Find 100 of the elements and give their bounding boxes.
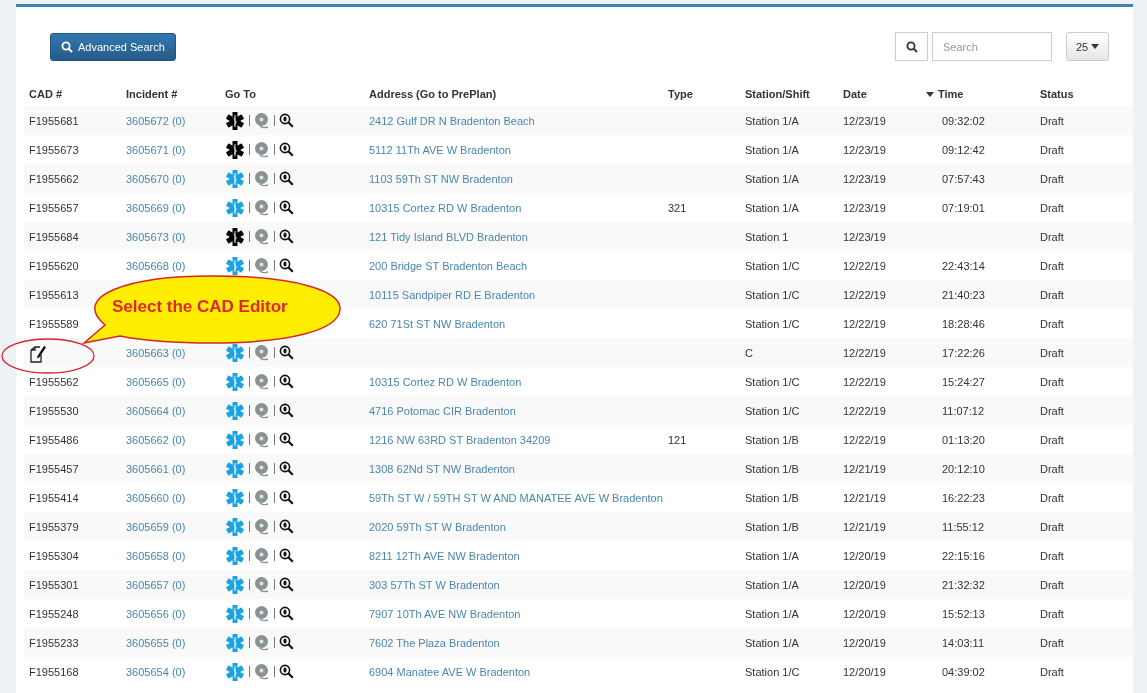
bell-icon[interactable] [254,634,270,651]
bell-icon[interactable] [254,228,270,245]
magnifier-icon[interactable] [279,229,294,244]
star-of-life-icon[interactable] [225,371,245,392]
magnifier-icon[interactable] [279,490,294,505]
incident-link[interactable]: 3605671 (0) [126,143,186,156]
incident-link[interactable]: 3605656 (0) [126,607,186,620]
incident-link[interactable]: 3605655 (0) [126,636,186,649]
incident-link[interactable]: 3605663 (0) [126,346,186,359]
address-link[interactable]: 2020 59Th ST W Bradenton [369,520,506,533]
address-link[interactable]: 5112 11Th AVE W Bradenton [369,143,511,156]
incident-link[interactable]: 3605659 (0) [126,520,186,533]
bell-icon[interactable] [254,605,270,622]
star-of-life-icon[interactable] [225,603,245,624]
magnifier-icon[interactable] [279,200,294,215]
bell-icon[interactable] [254,199,270,216]
star-of-life-icon[interactable] [225,400,245,421]
address-link[interactable]: 7602 The Plaza Bradenton [369,636,500,649]
address-link[interactable]: 2412 Gulf DR N Bradenton Beach [369,114,535,127]
incident-link[interactable]: 3605670 (0) [126,172,186,185]
incident-link[interactable]: 3605673 (0) [126,230,186,243]
magnifier-icon[interactable] [279,635,294,650]
magnifier-icon[interactable] [279,374,294,389]
address-link[interactable]: 4716 Potomac CIR Bradenton [369,404,516,417]
star-of-life-icon[interactable] [225,342,245,363]
star-of-life-icon[interactable] [225,139,245,160]
status-text: Draft [1040,230,1064,243]
star-of-life-icon[interactable] [225,255,245,276]
bell-icon[interactable] [254,460,270,477]
star-of-life-icon[interactable] [225,226,245,247]
search-button[interactable] [895,32,928,61]
edit-document-icon[interactable] [29,343,47,363]
bell-icon[interactable] [254,547,270,564]
address-link[interactable]: 1103 59Th ST NW Bradenton [369,172,513,185]
incident-link[interactable]: 3605660 (0) [126,491,186,504]
address-link[interactable]: 10315 Cortez RD W Bradenton [369,375,522,388]
address-link[interactable]: 7907 10Th AVE NW Bradenton [369,607,521,620]
address-link[interactable]: 303 57Th ST W Bradenton [369,578,500,591]
star-of-life-icon[interactable] [225,574,245,595]
bell-icon[interactable] [254,373,270,390]
address-link[interactable]: 1216 NW 63RD ST Bradenton 34209 [369,433,551,446]
address-link[interactable]: 620 71St ST NW Bradenton [369,317,506,330]
incident-link[interactable]: 3605664 (0) [126,404,186,417]
magnifier-icon[interactable] [279,461,294,476]
bell-icon[interactable] [254,141,270,158]
star-of-life-icon[interactable] [225,516,245,537]
date-text: 12/21/19 [843,520,886,533]
address-link[interactable]: 10315 Cortez RD W Bradenton [369,201,522,214]
magnifier-icon[interactable] [279,664,294,679]
date-text: 12/20/19 [843,607,886,620]
star-of-life-icon[interactable] [225,661,245,682]
incident-link[interactable]: 3605661 (0) [126,462,186,475]
bell-icon[interactable] [254,257,270,274]
bell-icon[interactable] [254,112,270,129]
magnifier-icon[interactable] [279,432,294,447]
magnifier-icon[interactable] [279,519,294,534]
magnifier-icon[interactable] [279,258,294,273]
magnifier-icon[interactable] [279,606,294,621]
magnifier-icon[interactable] [279,113,294,128]
advanced-search-button[interactable]: Advanced Search [50,32,176,61]
bell-icon[interactable] [254,576,270,593]
bell-icon[interactable] [254,518,270,535]
star-of-life-icon[interactable] [225,545,245,566]
incident-link[interactable]: 3605662 (0) [126,433,186,446]
incident-link[interactable]: 3605668 (0) [126,259,186,272]
address-link[interactable]: 8211 12Th AVE NW Bradenton [369,549,520,562]
bell-icon[interactable] [254,663,270,680]
magnifier-icon[interactable] [279,345,294,360]
bell-icon[interactable] [254,431,270,448]
incident-link[interactable]: 3605654 (0) [126,665,186,678]
star-of-life-icon[interactable] [225,197,245,218]
address-link[interactable]: 6904 Manatee AVE W Bradenton [369,665,531,678]
bell-icon[interactable] [254,489,270,506]
magnifier-icon[interactable] [279,171,294,186]
address-link[interactable]: 121 Tidy Island BLVD Bradenton [369,230,528,243]
page-size-dropdown[interactable]: 25 [1066,32,1109,61]
star-of-life-icon[interactable] [225,168,245,189]
address-link[interactable]: 10115 Sandpiper RD E Bradenton [369,288,536,301]
magnifier-icon[interactable] [279,548,294,563]
bell-icon[interactable] [254,170,270,187]
incident-link[interactable]: 3605672 (0) [126,114,186,127]
search-field[interactable]: Search [932,32,1052,61]
magnifier-icon[interactable] [279,403,294,418]
star-of-life-icon[interactable] [225,632,245,653]
address-link[interactable]: 59Th ST W / 59TH ST W AND MANATEE AVE W Bradenton [369,491,663,504]
star-of-life-icon[interactable] [225,110,245,131]
magnifier-icon[interactable] [279,577,294,592]
incident-link[interactable]: 3605669 (0) [126,201,186,214]
incident-link[interactable]: 3605657 (0) [126,578,186,591]
magnifier-icon[interactable] [279,142,294,157]
incident-link[interactable]: 3605658 (0) [126,549,186,562]
bell-icon[interactable] [254,344,270,361]
star-of-life-icon[interactable] [225,487,245,508]
star-of-life-icon[interactable] [225,429,245,450]
bell-icon[interactable] [254,402,270,419]
column-header[interactable]: Time [938,88,964,100]
star-of-life-icon[interactable] [225,458,245,479]
address-link[interactable]: 1308 62Nd ST NW Bradenton [369,462,515,475]
incident-link[interactable]: 3605665 (0) [126,375,186,388]
address-link[interactable]: 200 Bridge ST Bradenton Beach [369,259,528,272]
